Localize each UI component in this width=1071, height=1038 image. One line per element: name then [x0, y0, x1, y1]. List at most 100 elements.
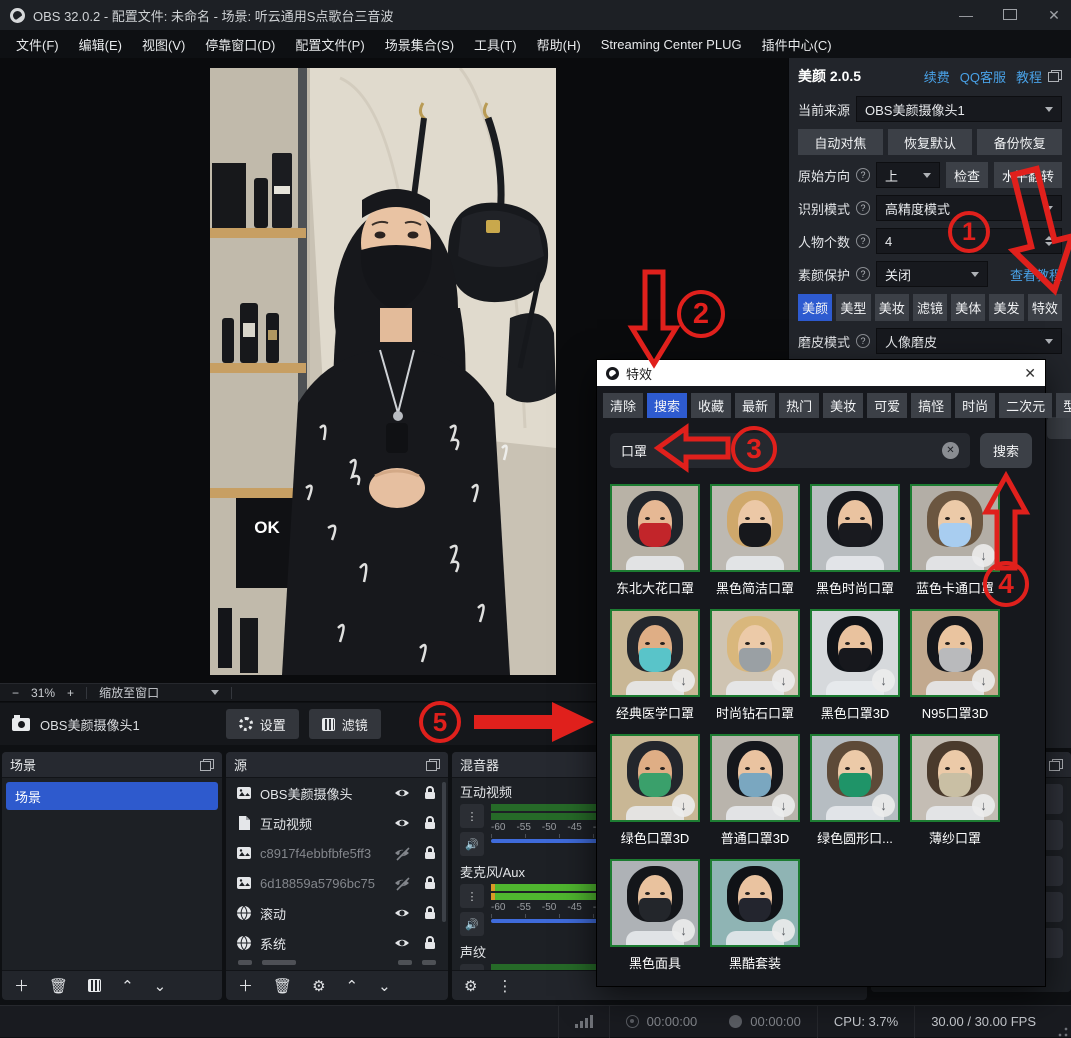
beauty-link[interactable]: QQ客服	[960, 67, 1006, 86]
effect-thumbnail[interactable]: ↓	[610, 609, 700, 697]
effect-thumbnail[interactable]: ↓	[910, 734, 1000, 822]
effect-item[interactable]: ↓ 经典医学口罩	[610, 609, 700, 722]
effect-category-tab[interactable]: 收藏	[691, 393, 731, 418]
effect-thumbnail[interactable]: ↓	[910, 609, 1000, 697]
help-icon[interactable]: ?	[856, 267, 870, 281]
lock-icon[interactable]	[422, 785, 438, 801]
remove-source-button[interactable]: 🗑	[273, 977, 292, 995]
filters-button[interactable]: 滤镜	[309, 709, 381, 739]
effect-category-tab[interactable]: 二次元	[999, 393, 1052, 418]
visibility-eye-icon[interactable]	[394, 785, 410, 801]
beauty-tab[interactable]: 美发	[989, 294, 1023, 321]
visibility-eye-icon[interactable]	[394, 905, 410, 921]
move-source-down-button[interactable]: ⌄	[378, 977, 391, 995]
source-list-item[interactable]: OBS美颜摄像头	[226, 778, 448, 808]
move-scene-down-button[interactable]: ⌄	[154, 977, 167, 995]
check-button[interactable]: 检查	[946, 162, 988, 188]
effect-category-tab[interactable]: 可爱	[867, 393, 907, 418]
menu-item[interactable]: Streaming Center PLUG	[591, 33, 752, 56]
source-list-item[interactable]: 6d18859a5796bc75	[226, 868, 448, 898]
effect-item[interactable]: ↓ 时尚钻石口罩	[710, 609, 800, 722]
download-icon[interactable]: ↓	[672, 794, 695, 817]
effect-category-tab[interactable]: 搞怪	[911, 393, 951, 418]
beauty-tab[interactable]: 滤镜	[913, 294, 947, 321]
effect-item[interactable]: ↓ 黑酷套装	[710, 859, 800, 972]
source-list-item[interactable]: c8917f4ebbfbfe5ff3	[226, 838, 448, 868]
lock-icon[interactable]	[422, 905, 438, 921]
channel-menu-button[interactable]: ⋮	[460, 804, 484, 828]
move-scene-up-button[interactable]: ⌃	[121, 977, 134, 995]
effect-item[interactable]: ↓ 东北大花口罩	[610, 484, 700, 597]
zoom-in-button[interactable]: +	[67, 686, 74, 700]
effect-category-tab[interactable]: 型男	[1056, 393, 1071, 418]
download-icon[interactable]: ↓	[672, 919, 695, 942]
visibility-eye-off-icon[interactable]	[394, 845, 410, 861]
menu-item[interactable]: 帮助(H)	[527, 31, 591, 58]
add-source-button[interactable]: ＋	[238, 975, 253, 996]
lock-icon[interactable]	[422, 815, 438, 831]
source-properties-button[interactable]: ⚙	[312, 977, 325, 995]
download-icon[interactable]: ↓	[672, 669, 695, 692]
effect-item[interactable]: ↓ 绿色口罩3D	[610, 734, 700, 847]
effect-item[interactable]: ↓ N95口罩3D	[910, 609, 1000, 722]
visibility-eye-icon[interactable]	[394, 815, 410, 831]
effect-thumbnail[interactable]: ↓	[710, 609, 800, 697]
help-icon[interactable]: ?	[856, 334, 870, 348]
source-select[interactable]: OBS美颜摄像头1	[856, 96, 1062, 122]
effect-item[interactable]: ↓ 黑色面具	[610, 859, 700, 972]
maximize-button[interactable]	[1003, 7, 1017, 23]
source-list-item[interactable]: 系统	[226, 928, 448, 958]
beauty-tab[interactable]: 美型	[836, 294, 870, 321]
visibility-eye-icon[interactable]	[394, 935, 410, 951]
download-icon[interactable]: ↓	[772, 794, 795, 817]
visibility-eye-off-icon[interactable]	[394, 875, 410, 891]
beauty-action-button[interactable]: 恢复默认	[888, 129, 973, 155]
channel-menu-button[interactable]: ⋮	[460, 964, 484, 970]
move-source-up-button[interactable]: ⌃	[346, 977, 359, 995]
clear-search-icon[interactable]: ✕	[942, 442, 959, 459]
lock-icon[interactable]	[422, 935, 438, 951]
effect-thumbnail[interactable]: ↓	[710, 734, 800, 822]
menu-item[interactable]: 工具(T)	[464, 31, 527, 58]
effect-item[interactable]: ↓ 薄纱口罩	[910, 734, 1000, 847]
effect-category-tab[interactable]: 清除	[603, 393, 643, 418]
menu-item[interactable]: 文件(F)	[6, 31, 69, 58]
effect-item[interactable]: ↓ 黑色时尚口罩	[810, 484, 900, 597]
download-icon[interactable]: ↓	[972, 669, 995, 692]
help-icon[interactable]: ?	[856, 168, 870, 182]
effect-thumbnail[interactable]: ↓	[810, 609, 900, 697]
effect-item[interactable]: ↓ 绿色圆形口...	[810, 734, 900, 847]
scene-list-item[interactable]: 场景	[6, 782, 218, 810]
minimize-button[interactable]: —	[959, 7, 973, 23]
orientation-select[interactable]: 上	[876, 162, 940, 188]
beauty-tab[interactable]: 美妆	[875, 294, 909, 321]
download-icon[interactable]: ↓	[872, 794, 895, 817]
effect-thumbnail[interactable]: ↓	[810, 734, 900, 822]
effect-item[interactable]: ↓ 黑色简洁口罩	[710, 484, 800, 597]
help-icon[interactable]: ?	[856, 201, 870, 215]
zoom-fit-label[interactable]: 缩放至窗口	[99, 684, 159, 701]
help-icon[interactable]: ?	[856, 234, 870, 248]
zoom-out-button[interactable]: −	[12, 686, 19, 700]
effect-thumbnail[interactable]: ↓	[810, 484, 900, 572]
effect-thumbnail[interactable]: ↓	[710, 484, 800, 572]
effect-thumbnail[interactable]: ↓	[710, 859, 800, 947]
effect-item[interactable]: ↓ 黑色口罩3D	[810, 609, 900, 722]
beauty-tab[interactable]: 美颜	[798, 294, 832, 321]
protect-select[interactable]: 关闭	[876, 261, 988, 287]
effect-category-tab[interactable]: 最新	[735, 393, 775, 418]
menu-item[interactable]: 配置文件(P)	[285, 31, 374, 58]
sources-scrollbar[interactable]	[442, 782, 446, 922]
popout-icon[interactable]	[426, 759, 440, 771]
speaker-icon[interactable]: 🔊	[460, 832, 484, 856]
audio-settings-button[interactable]: ⚙	[464, 977, 477, 995]
effect-thumbnail[interactable]: ↓	[610, 859, 700, 947]
download-icon[interactable]: ↓	[872, 669, 895, 692]
mixer-menu-button[interactable]: ⋮	[497, 977, 512, 995]
add-scene-button[interactable]: ＋	[14, 975, 29, 996]
beauty-action-button[interactable]: 自动对焦	[798, 129, 883, 155]
beauty-action-button[interactable]: 备份恢复	[977, 129, 1062, 155]
effect-item[interactable]: ↓ 普通口罩3D	[710, 734, 800, 847]
beauty-link[interactable]: 续费	[924, 67, 950, 86]
beauty-tab[interactable]: 美体	[951, 294, 985, 321]
